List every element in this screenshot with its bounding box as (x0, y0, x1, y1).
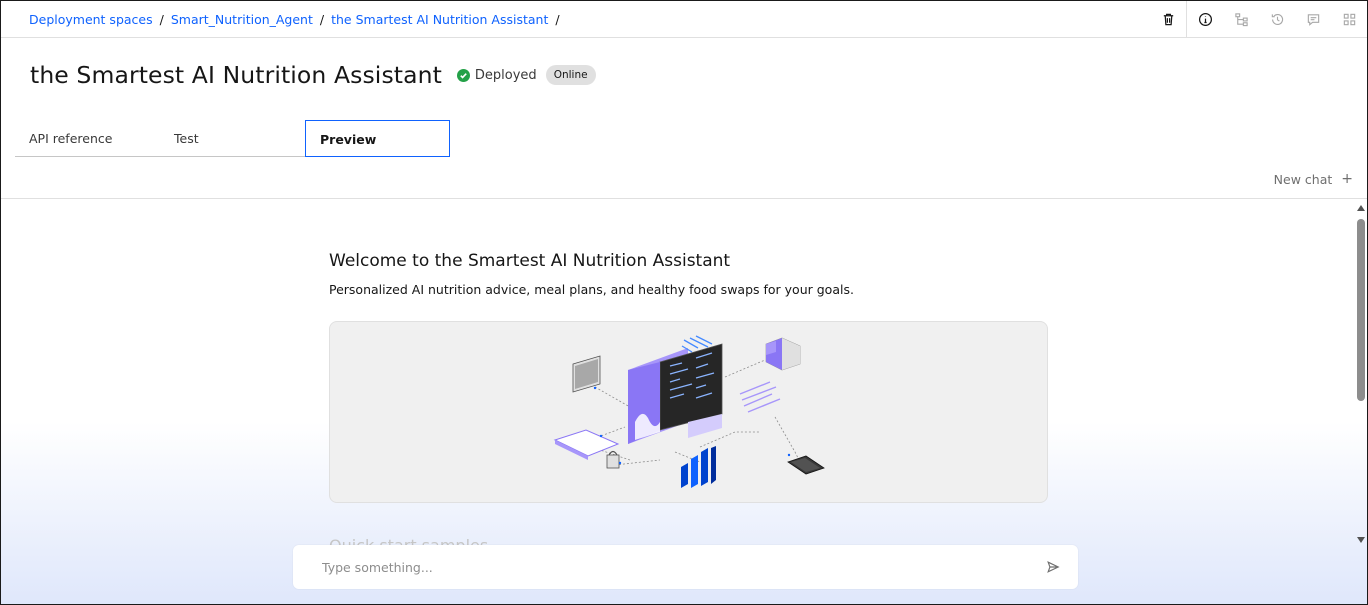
history-button[interactable] (1259, 1, 1295, 37)
chat-scrollbar[interactable] (1355, 201, 1367, 543)
trash-icon (1163, 13, 1173, 25)
flow-icon (1234, 12, 1248, 26)
welcome-illustration (329, 321, 1048, 503)
new-chat-label: New chat (1273, 171, 1333, 187)
delete-button[interactable] (1150, 1, 1186, 37)
info-icon (1198, 12, 1212, 26)
send-button[interactable] (1044, 558, 1062, 576)
chat-button[interactable] (1295, 1, 1331, 37)
tab-preview[interactable]: Preview (305, 120, 450, 157)
info-button[interactable] (1187, 1, 1223, 37)
title-row: the Smartest AI Nutrition Assistant Depl… (30, 61, 596, 89)
apps-button[interactable] (1331, 1, 1367, 37)
breadcrumb-separator: / (555, 12, 560, 27)
scroll-thumb[interactable] (1357, 219, 1365, 401)
new-chat-button[interactable]: New chat + (1274, 171, 1353, 187)
chat-input-bar (293, 545, 1078, 589)
apps-icon (1343, 13, 1355, 25)
tab-test[interactable]: Test (160, 120, 305, 157)
plus-icon: + (1341, 171, 1353, 187)
breadcrumb: Deployment spaces / Smart_Nutrition_Agen… (29, 12, 567, 27)
tab-list: API reference Test Preview (15, 120, 450, 157)
chat-area: Welcome to the Smartest AI Nutrition Ass… (1, 199, 1367, 604)
tab-api-reference[interactable]: API reference (15, 120, 160, 157)
breadcrumb-assistant[interactable]: the Smartest AI Nutrition Assistant (331, 12, 548, 27)
welcome-title: Welcome to the Smartest AI Nutrition Ass… (329, 251, 731, 271)
breadcrumb-deployment-spaces[interactable]: Deployment spaces (29, 12, 153, 27)
scroll-down-arrow-icon[interactable] (1357, 537, 1365, 543)
welcome-subtitle: Personalized AI nutrition advice, meal p… (329, 282, 854, 297)
history-icon (1271, 13, 1283, 25)
breadcrumb-separator: / (319, 12, 325, 27)
checkmark-icon (456, 68, 470, 82)
toolbar (1150, 1, 1367, 37)
chat-input[interactable] (322, 559, 1044, 575)
breadcrumb-separator: / (159, 12, 164, 27)
top-bar: Deployment spaces / Smart_Nutrition_Agen… (1, 1, 1367, 38)
breadcrumb-agent[interactable]: Smart_Nutrition_Agent (171, 12, 313, 27)
status-badge: Online (545, 65, 596, 85)
scroll-up-arrow-icon[interactable] (1357, 205, 1365, 211)
ai-illustration-image (553, 335, 825, 488)
send-icon (1047, 561, 1060, 573)
flow-button[interactable] (1223, 1, 1259, 37)
deployment-status: Deployed (456, 67, 537, 83)
page-title: the Smartest AI Nutrition Assistant (30, 61, 442, 89)
status-label: Deployed (474, 67, 537, 83)
chat-icon (1307, 13, 1319, 26)
